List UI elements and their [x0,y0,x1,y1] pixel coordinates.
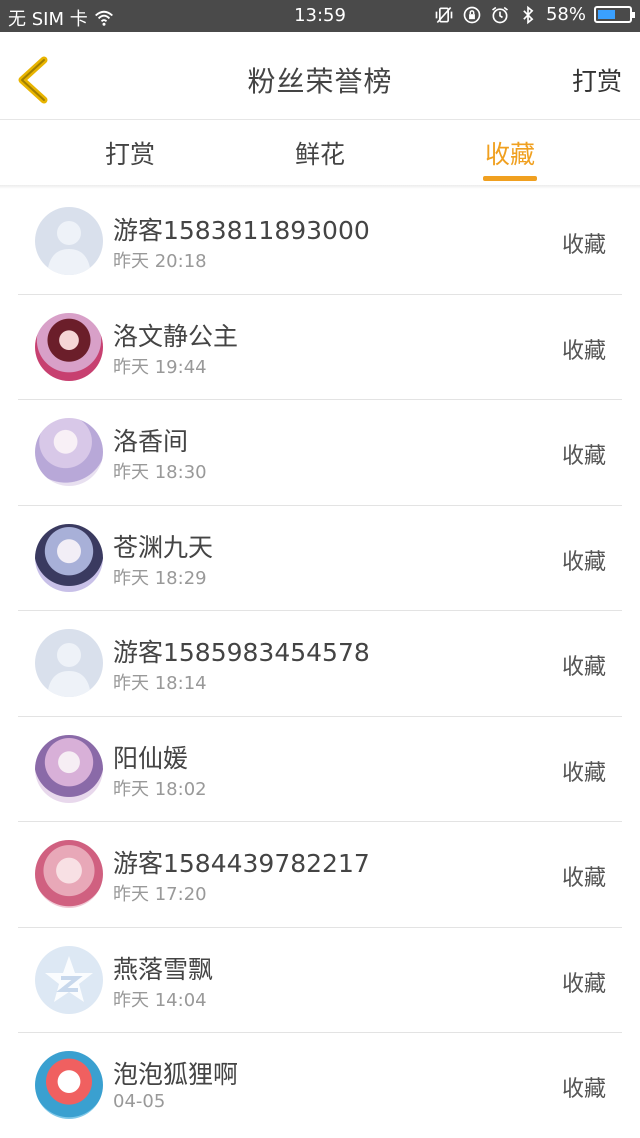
timestamp: 昨天 18:14 [113,673,207,694]
tab-favorites[interactable]: 收藏 [450,135,570,171]
status-right: 58% [434,4,635,25]
header: 粉丝荣誉榜 打赏 [0,32,640,120]
action-label: 收藏 [561,655,606,680]
rotation-lock-icon [463,6,481,23]
user-avatar [35,523,103,592]
battery-icon [594,6,635,23]
page-title: 粉丝荣誉榜 [247,65,393,98]
list-item[interactable]: 游客1584439782217 昨天 17:20 收藏 [18,822,622,928]
user-name: 游客1584439782217 [113,849,370,878]
list-item[interactable]: 阳仙媛 昨天 18:02 收藏 [18,717,622,822]
action-label: 收藏 [561,444,606,469]
timestamp: 昨天 18:02 [113,778,207,800]
timestamp: 昨天 17:20 [113,884,207,905]
list-item[interactable]: 苍渊九天 昨天 18:29 收藏 [18,506,622,611]
tab-flowers[interactable]: 鲜花 [260,135,380,171]
fans-list: 游客1583811893000 昨天 20:18 收藏 洛文静公主 昨天 19:… [0,189,640,1138]
action-label: 收藏 [561,1077,606,1102]
user-name: 阳仙媛 [113,743,189,773]
alarm-icon [491,6,508,23]
list-item[interactable]: 洛文静公主 昨天 19:44 收藏 [18,295,622,400]
default-avatar-icon [35,207,103,275]
user-name: 游客1583811893000 [113,216,370,245]
reward-button[interactable]: 打赏 [572,62,622,98]
battery-fill [598,10,615,19]
qzone-avatar-icon [35,945,103,1014]
action-label: 收藏 [561,971,606,997]
user-avatar [35,418,103,486]
action-label: 收藏 [561,338,606,364]
user-avatar [35,312,103,381]
timestamp: 昨天 18:29 [113,567,207,589]
user-name: 苍渊九天 [113,532,214,562]
list-item[interactable]: 泡泡狐狸啊 04-05 收藏 [18,1033,622,1138]
timestamp: 昨天 14:04 [113,989,207,1011]
list-item[interactable]: 洛香间 昨天 18:30 收藏 [18,400,622,506]
status-bar: 无 SIM 卡 13:59 58% [0,0,640,32]
tab-bar: 打赏 鲜花 收藏 [0,121,640,185]
user-name: 泡泡狐狸啊 [113,1060,239,1089]
user-name: 洛文静公主 [113,321,239,351]
user-name: 洛香间 [113,427,189,456]
user-name: 燕落雪飘 [113,954,214,984]
user-avatar [35,1051,103,1119]
list-item[interactable]: 游客1585983454578 昨天 18:14 收藏 [18,611,622,717]
timestamp: 昨天 20:18 [113,251,207,272]
user-name: 游客1585983454578 [113,638,370,667]
timestamp: 04-05 [113,1091,166,1112]
user-avatar [35,840,103,908]
action-label: 收藏 [561,233,606,258]
action-label: 收藏 [561,760,606,786]
tab-reward[interactable]: 打赏 [70,135,190,171]
action-label: 收藏 [561,549,606,575]
timestamp: 昨天 18:30 [113,462,207,483]
timestamp: 昨天 19:44 [113,356,207,378]
active-tab-indicator [483,176,537,181]
action-label: 收藏 [561,866,606,891]
battery-percent: 58% [545,4,586,25]
list-item[interactable]: 游客1583811893000 昨天 20:18 收藏 [18,189,622,295]
user-avatar [35,734,103,803]
bluetooth-icon [523,5,534,24]
default-avatar-icon [35,629,103,697]
list-item[interactable]: 燕落雪飘 昨天 14:04 收藏 [18,928,622,1033]
vibrate-icon [435,6,453,23]
